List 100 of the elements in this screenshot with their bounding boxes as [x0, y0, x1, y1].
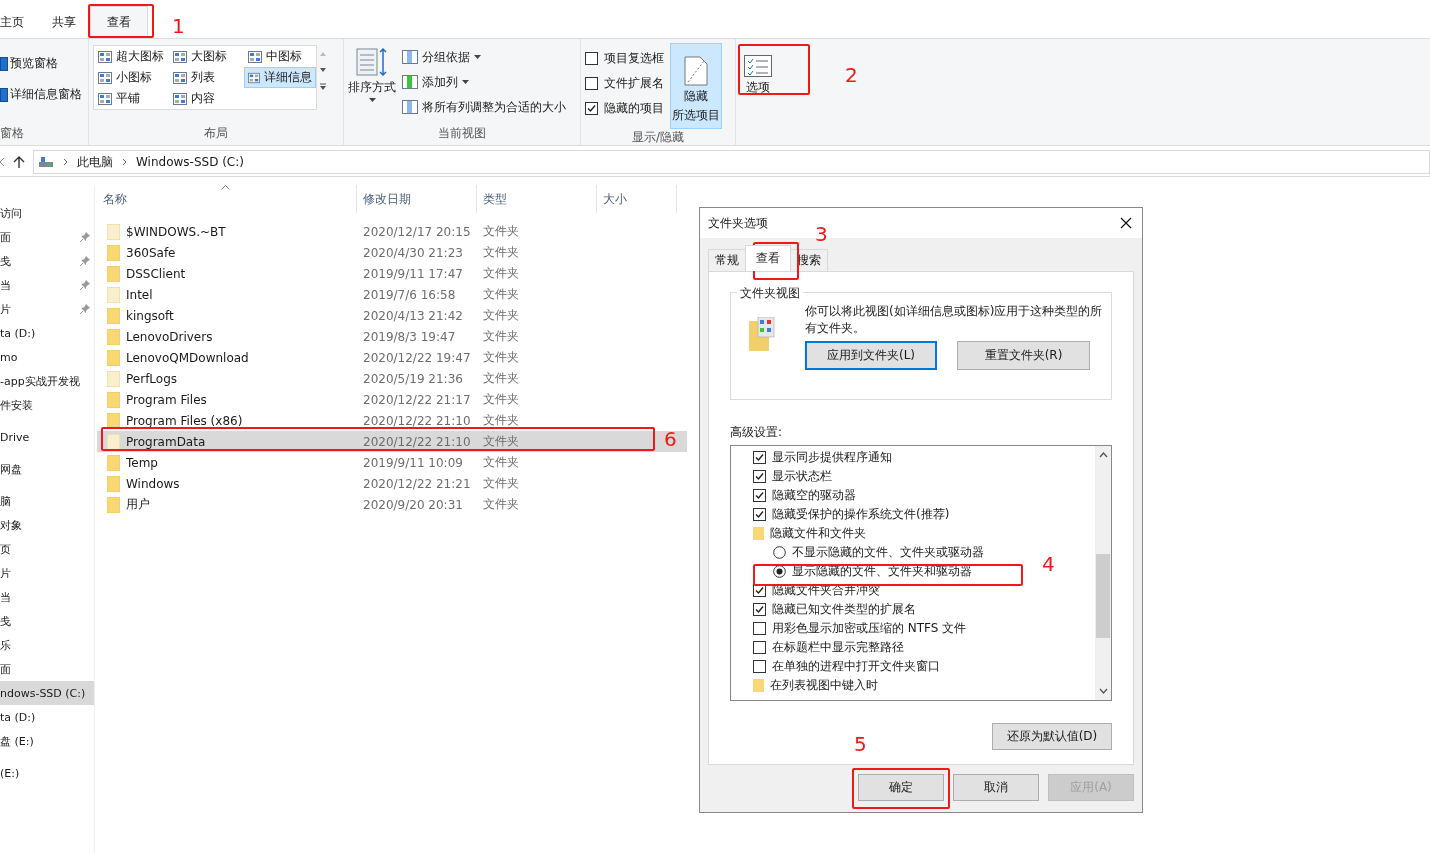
setting-item[interactable]: 隐藏文件和文件夹 — [753, 524, 866, 543]
chevron-icon — [122, 158, 127, 166]
scroll-down-icon[interactable] — [319, 67, 327, 73]
nav-item[interactable]: 面 — [0, 225, 94, 249]
scrollbar[interactable] — [1095, 446, 1111, 700]
sort-caret-icon — [221, 185, 230, 190]
file-row[interactable]: LenovoDrivers 2019/8/3 19:47 文件夹 — [97, 326, 687, 347]
nav-item[interactable]: 脑 — [0, 489, 94, 513]
setting-item[interactable]: 在列表视图中键入时 — [753, 676, 878, 695]
layout-option[interactable]: 平铺 — [94, 88, 169, 109]
file-row[interactable]: LenovoQMDownload 2020/12/22 19:47 文件夹 — [97, 347, 687, 368]
view-command[interactable]: 将所有列调整为合适的大小 — [402, 97, 566, 117]
up-arrow-icon[interactable] — [13, 155, 25, 169]
nav-item[interactable]: -app实战开发视 — [0, 369, 94, 393]
setting-item[interactable]: 在标题栏中显示完整路径 — [753, 638, 904, 657]
layout-option[interactable]: 中图标 — [244, 46, 316, 67]
file-row[interactable]: PerfLogs 2020/5/19 21:36 文件夹 — [97, 368, 687, 389]
file-row[interactable]: DSSClient 2019/9/11 17:47 文件夹 — [97, 263, 687, 284]
layout-option[interactable]: 列表 — [169, 67, 244, 88]
nav-item[interactable]: Drive — [0, 425, 94, 449]
sort-button[interactable]: 排序方式 — [348, 43, 396, 125]
ribbon-tab[interactable]: 主页 — [0, 6, 38, 38]
file-row[interactable]: kingsoft 2020/4/13 21:42 文件夹 — [97, 305, 687, 326]
setting-item[interactable]: 不显示隐藏的文件、文件夹或驱动器 — [753, 543, 984, 562]
nav-item[interactable]: 当 — [0, 585, 94, 609]
nav-item[interactable]: ndows-SSD (C:) — [0, 681, 94, 705]
nav-item[interactable]: 网盘 — [0, 457, 94, 481]
view-command[interactable]: 分组依据 — [402, 47, 566, 67]
nav-item[interactable]: ta (D:) — [0, 321, 94, 345]
file-row[interactable]: $WINDOWS.~BT 2020/12/17 20:15 文件夹 — [97, 221, 687, 242]
layout-option[interactable]: 超大图标 — [94, 46, 169, 67]
scroll-down-icon[interactable] — [1098, 688, 1108, 694]
setting-item[interactable]: 隐藏受保护的操作系统文件(推荐) — [753, 505, 950, 524]
column-header[interactable]: 类型 — [477, 185, 597, 213]
nav-item[interactable]: ta (D:) — [0, 705, 94, 729]
file-name: Program Files — [126, 392, 207, 407]
expand-icon[interactable] — [319, 83, 327, 91]
nav-item[interactable]: 页 — [0, 537, 94, 561]
nav-item[interactable]: 片 — [0, 297, 94, 321]
ribbon-tab[interactable]: 查看 — [90, 6, 148, 38]
setting-item[interactable]: 显示状态栏 — [753, 467, 832, 486]
column-header[interactable]: 名称 — [97, 185, 357, 213]
layout-option[interactable]: 内容 — [169, 88, 244, 109]
column-header[interactable]: 修改日期 — [357, 185, 477, 213]
file-row[interactable]: Temp 2019/9/11 10:09 文件夹 — [97, 452, 687, 473]
option-checkbox[interactable]: 文件扩展名 — [585, 74, 664, 92]
layout-option[interactable]: 大图标 — [169, 46, 244, 67]
address-field[interactable]: 此电脑 Windows-SSD (C:) — [33, 150, 1430, 174]
file-row[interactable]: 360Safe 2020/4/30 21:23 文件夹 — [97, 242, 687, 263]
nav-item[interactable]: 对象 — [0, 513, 94, 537]
file-name: Windows — [126, 476, 180, 491]
nav-item[interactable]: 面 — [0, 657, 94, 681]
hide-selected-button[interactable]: 隐藏 所选项目 — [670, 43, 722, 129]
pane-button[interactable]: 详细信息窗格 — [0, 86, 84, 103]
annotation-number: 5 — [854, 732, 867, 756]
file-type: 文件夹 — [482, 370, 520, 387]
nav-item[interactable]: 戋 — [0, 249, 94, 273]
option-checkbox[interactable]: 项目复选框 — [585, 49, 664, 67]
file-type: 文件夹 — [482, 433, 520, 450]
nav-item[interactable]: 访问 — [0, 201, 94, 225]
setting-item[interactable]: 隐藏空的驱动器 — [753, 486, 856, 505]
nav-item[interactable]: 件安装 — [0, 393, 94, 417]
nav-item[interactable]: (E:) — [0, 761, 94, 785]
file-row[interactable]: 用户 2020/9/20 20:31 文件夹 — [97, 494, 687, 515]
layout-option[interactable]: 详细信息 — [244, 67, 316, 88]
folder-view-button[interactable]: 重置文件夹(R) — [957, 341, 1090, 370]
file-row[interactable]: Windows 2020/12/22 21:21 文件夹 — [97, 473, 687, 494]
setting-item[interactable]: 在单独的进程中打开文件夹窗口 — [753, 657, 940, 676]
dialog-tab[interactable]: 常规 — [708, 249, 746, 271]
view-icon — [248, 71, 260, 84]
nav-item[interactable]: 片 — [0, 561, 94, 585]
pane-button[interactable]: 预览窗格 — [0, 55, 84, 72]
file-row[interactable]: Intel 2019/7/6 16:58 文件夹 — [97, 284, 687, 305]
setting-item[interactable]: 隐藏已知文件类型的扩展名 — [753, 600, 916, 619]
breadcrumb[interactable]: Windows-SSD (C:) — [136, 155, 244, 169]
folder-view-button[interactable]: 应用到文件夹(L) — [805, 341, 937, 370]
column-header[interactable]: 大小 — [597, 185, 677, 213]
dialog-tab[interactable]: 查看 — [745, 245, 791, 271]
close-icon[interactable] — [1120, 217, 1132, 229]
view-command[interactable]: 添加列 — [402, 72, 566, 92]
back-icon[interactable] — [0, 157, 5, 167]
scroll-up-icon[interactable] — [1098, 452, 1108, 458]
file-date: 2020/12/22 21:10 — [362, 434, 472, 449]
layout-option[interactable]: 小图标 — [94, 67, 169, 88]
dialog-button[interactable]: 确定 — [858, 774, 944, 801]
restore-defaults-button[interactable]: 还原为默认值(D) — [992, 723, 1112, 750]
nav-item[interactable]: 戋 — [0, 609, 94, 633]
option-checkbox[interactable]: 隐藏的项目 — [585, 99, 664, 117]
breadcrumb[interactable]: 此电脑 — [77, 153, 113, 171]
dialog-button[interactable]: 取消 — [953, 774, 1039, 801]
nav-item[interactable]: 乐 — [0, 633, 94, 657]
ribbon-tab[interactable]: 共享 — [38, 6, 90, 38]
file-name: LenovoDrivers — [126, 329, 213, 344]
options-button[interactable]: 选项 — [740, 43, 776, 145]
setting-item[interactable]: 用彩色显示加密或压缩的 NTFS 文件 — [753, 619, 967, 638]
nav-item[interactable]: 盘 (E:) — [0, 729, 94, 753]
nav-item[interactable]: mo — [0, 345, 94, 369]
setting-item[interactable]: 显示同步提供程序通知 — [753, 448, 892, 467]
nav-item[interactable]: 当 — [0, 273, 94, 297]
file-row[interactable]: Program Files 2020/12/22 21:17 文件夹 — [97, 389, 687, 410]
